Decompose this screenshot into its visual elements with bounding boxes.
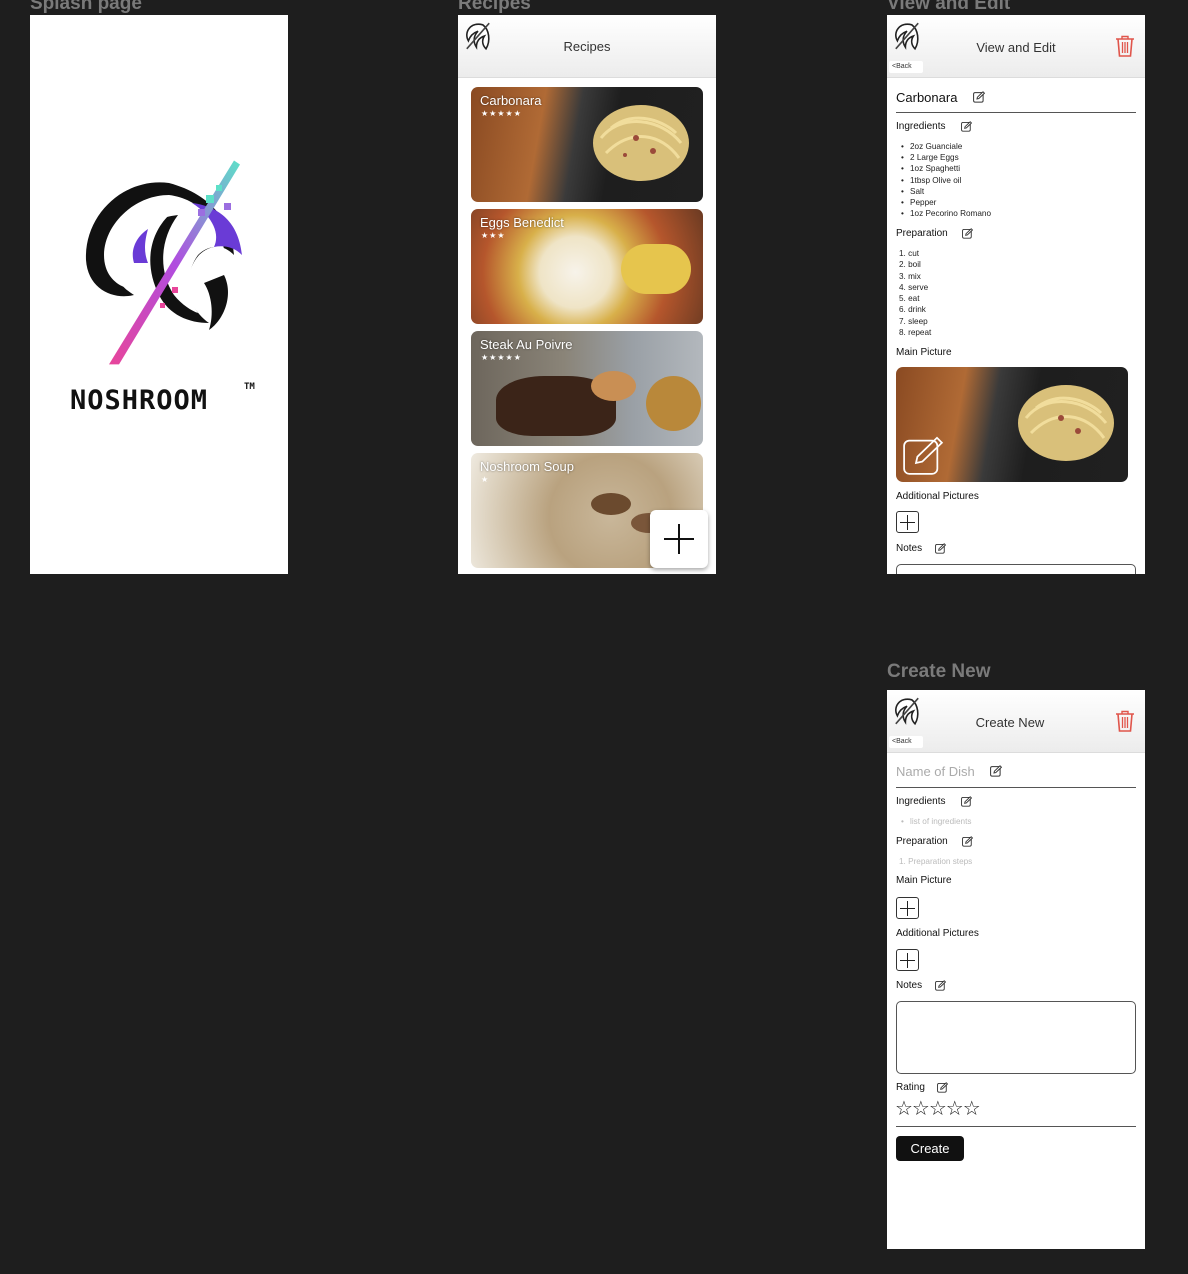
notes-label: Notes — [896, 980, 923, 991]
preparation-label: Preparation — [896, 228, 948, 239]
notes-label: Notes — [896, 543, 923, 554]
recipe-card-title: Steak Au Poivre — [480, 337, 573, 352]
list-item: 4. serve — [899, 282, 929, 292]
back-button[interactable]: <Back — [889, 736, 923, 748]
list-item: Pepper — [901, 197, 991, 208]
list-item: 1oz Spaghetti — [901, 163, 991, 174]
list-item: 2 Large Eggs — [901, 152, 991, 163]
frame-label-splash: Splash page — [30, 0, 142, 14]
main-picture[interactable] — [896, 367, 1128, 482]
edit-icon[interactable] — [961, 121, 972, 132]
rating-stars-input[interactable]: ☆☆☆☆☆ — [895, 1096, 981, 1120]
view-edit-header: <Back View and Edit — [887, 15, 1145, 78]
notes-textarea[interactable] — [896, 1001, 1136, 1074]
list-item: Salt — [901, 186, 991, 197]
sauce-shape — [591, 371, 636, 401]
list-item: 7. sleep — [899, 316, 928, 326]
frame-label-view-edit: View and Edit — [887, 0, 1011, 14]
back-button[interactable]: <Back — [889, 61, 923, 73]
recipes-header: Recipes — [458, 15, 716, 78]
create-new-frame: <Back Create New Name of Dish Ingredient… — [887, 690, 1145, 1249]
hollandaise-shape — [621, 244, 691, 294]
preparation-input[interactable]: 1. Preparation steps — [899, 856, 972, 867]
divider — [896, 787, 1136, 788]
add-picture-button[interactable] — [896, 511, 919, 533]
edit-picture-icon[interactable] — [902, 435, 944, 477]
brand-wordmark: NOSHROOM — [70, 385, 209, 416]
recipe-card-stars: ★ — [481, 475, 490, 484]
preparation-label: Preparation — [896, 836, 948, 847]
noshroom-logo — [85, 160, 242, 365]
list-item: 1oz Pecorino Romano — [901, 208, 991, 219]
splash-frame: NOSHROOM TM — [30, 15, 288, 574]
dish-name: Carbonara — [896, 90, 958, 105]
edit-icon[interactable] — [937, 1082, 948, 1093]
recipe-card-title: Noshroom Soup — [480, 459, 574, 474]
main-picture-label: Main Picture — [896, 875, 952, 886]
notes-textarea[interactable] — [896, 564, 1136, 574]
add-main-picture-button[interactable] — [896, 897, 919, 919]
dish-name-input[interactable]: Name of Dish — [896, 764, 975, 779]
recipe-card[interactable]: Steak Au Poivre ★★★★★ — [471, 331, 703, 446]
frame-label-create-new: Create New — [887, 661, 991, 682]
page-title: Recipes — [563, 39, 611, 54]
trademark-mark: TM — [244, 382, 255, 392]
ingredients-list: 2oz Guanciale 2 Large Eggs 1oz Spaghetti… — [901, 141, 991, 219]
pasta-photo — [1018, 385, 1114, 461]
recipe-card-stars: ★★★★★ — [481, 109, 522, 118]
divider — [896, 1126, 1136, 1127]
main-picture-label: Main Picture — [896, 347, 952, 358]
rating-label: Rating — [896, 1082, 925, 1093]
additional-pictures-label: Additional Pictures — [896, 491, 979, 502]
list-item: 1. Preparation steps — [899, 857, 973, 866]
create-button[interactable]: Create — [896, 1136, 964, 1161]
ingredients-label: Ingredients — [896, 796, 946, 807]
edit-icon[interactable] — [935, 543, 946, 554]
list-item: list of ingredients — [901, 816, 971, 827]
edit-icon[interactable] — [935, 980, 946, 991]
ingredients-label: Ingredients — [896, 121, 946, 132]
list-item: 1tbsp Olive oil — [901, 175, 991, 186]
recipe-card-title: Eggs Benedict — [480, 215, 564, 230]
create-new-header: <Back Create New — [887, 690, 1145, 753]
pasta-photo — [593, 105, 689, 181]
recipe-card[interactable]: Eggs Benedict ★★★ — [471, 209, 703, 324]
edit-icon[interactable] — [962, 228, 973, 239]
list-item: 5. eat — [899, 294, 920, 304]
view-edit-frame: <Back View and Edit Carbonara Ingredient… — [887, 15, 1145, 574]
list-item: 2. boil — [899, 260, 921, 270]
recipe-card[interactable]: Carbonara ★★★★★ — [471, 87, 703, 202]
list-item: 3. mix — [899, 271, 921, 281]
page-title: View and Edit — [976, 40, 1056, 55]
additional-pictures-label: Additional Pictures — [896, 928, 979, 939]
edit-icon[interactable] — [990, 765, 1002, 777]
recipe-card-stars: ★★★ — [481, 231, 506, 240]
ingredients-input[interactable]: list of ingredients — [901, 816, 971, 827]
add-picture-button[interactable] — [896, 949, 919, 971]
edit-icon[interactable] — [961, 796, 972, 807]
preparation-steps: 1. cut 2. boil 3. mix 4. serve 5. eat 6.… — [899, 248, 931, 338]
frame-label-recipes: Recipes — [458, 0, 531, 14]
list-item: 6. drink — [899, 305, 926, 315]
edit-icon[interactable] — [973, 91, 985, 103]
divider — [896, 112, 1136, 113]
add-recipe-button[interactable] — [650, 510, 708, 568]
potato-shape — [646, 376, 701, 431]
list-item: 2oz Guanciale — [901, 141, 991, 152]
trash-icon[interactable] — [1115, 710, 1135, 732]
list-item: 1. cut — [899, 249, 920, 258]
mushroom-shape — [591, 493, 631, 515]
page-title: Create New — [975, 715, 1045, 730]
list-item: 8. repeat — [899, 328, 932, 338]
recipe-card-title: Carbonara — [480, 93, 542, 108]
recipe-card-stars: ★★★★★ — [481, 353, 522, 362]
edit-icon[interactable] — [962, 836, 973, 847]
recipes-frame: Recipes Carbonara ★★★★★ Eggs Benedict ★★… — [458, 15, 716, 574]
trash-icon[interactable] — [1115, 35, 1135, 57]
